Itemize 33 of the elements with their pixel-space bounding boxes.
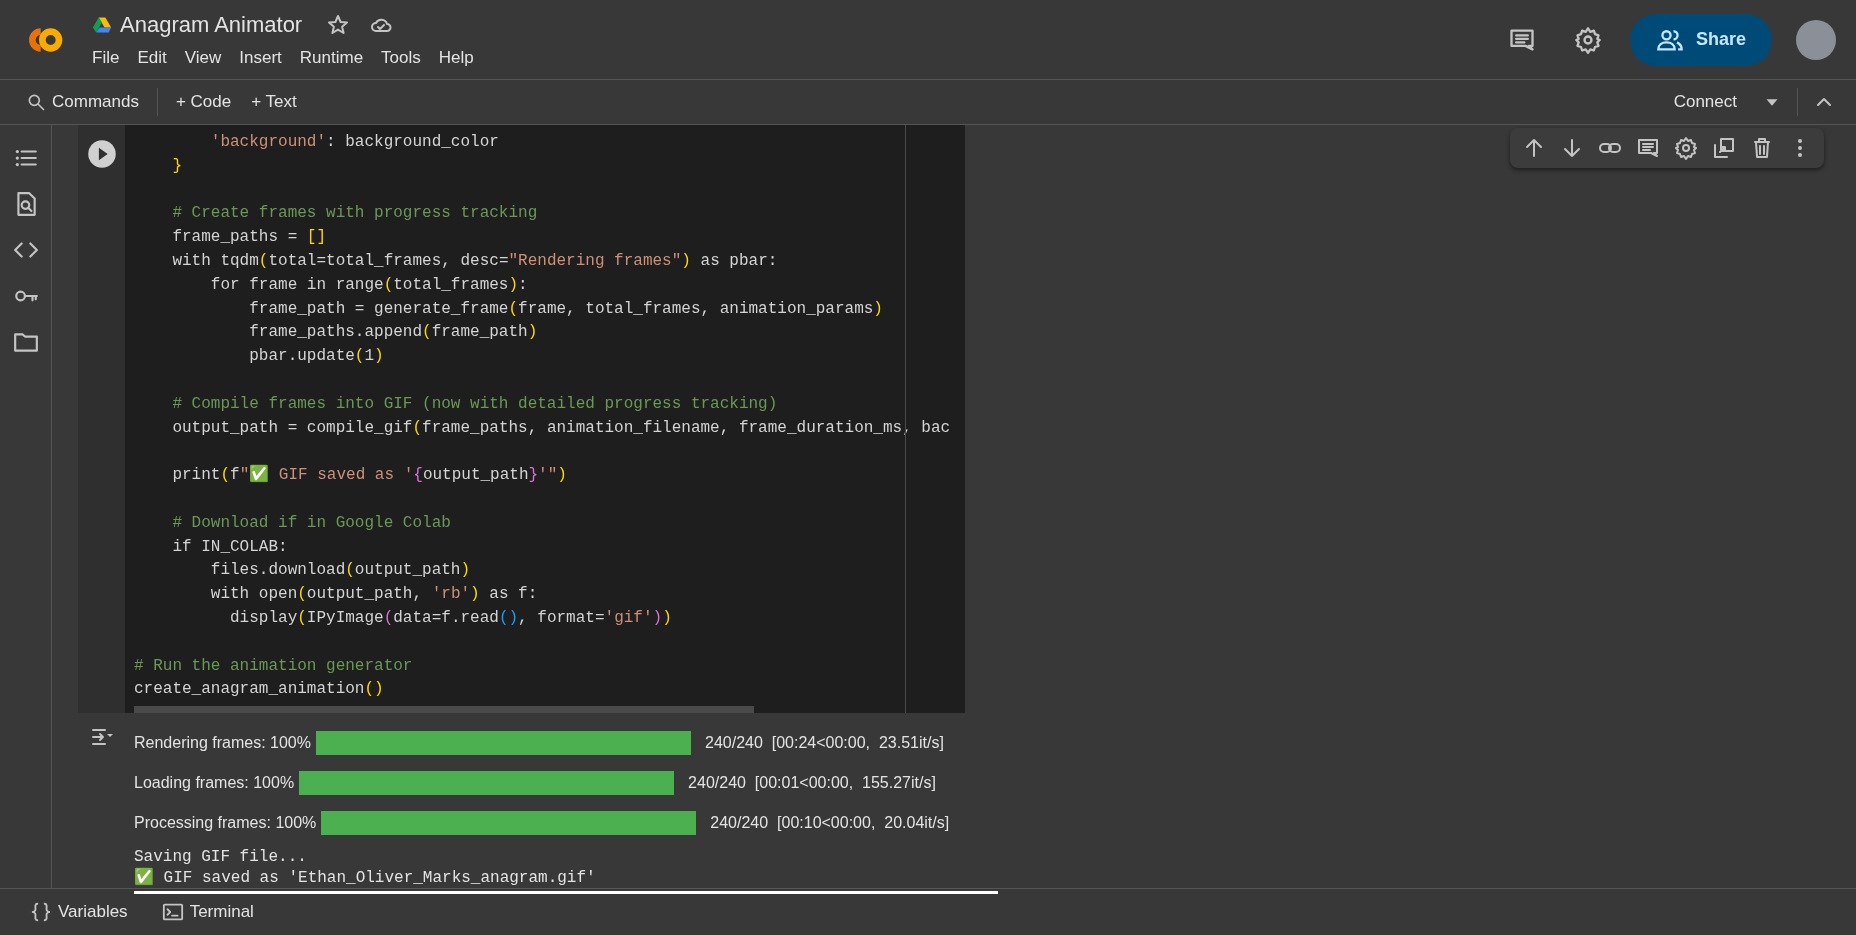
- settings-icon[interactable]: [1573, 25, 1602, 54]
- settings-icon[interactable]: [1674, 136, 1698, 160]
- add-text-button[interactable]: + Text: [241, 85, 307, 119]
- menu-item[interactable]: File: [92, 45, 130, 71]
- menu-item[interactable]: Insert: [239, 45, 292, 71]
- output-line: ✅ GIF saved as 'Ethan_Oliver_Marks_anagram.gif': [134, 868, 597, 889]
- progress-label: Rendering frames: 100%: [134, 733, 311, 753]
- mirror-cell-icon[interactable]: [1712, 136, 1736, 160]
- terminal-icon: [161, 901, 184, 923]
- output-line: Saving GIF file...: [134, 847, 308, 867]
- variables-button[interactable]: Variables: [20, 895, 138, 929]
- menu-item[interactable]: View: [184, 45, 232, 71]
- progress-label: Loading frames: 100%: [134, 773, 295, 793]
- menu-item[interactable]: Tools: [381, 45, 431, 71]
- connect-button[interactable]: Connect: [1663, 85, 1747, 119]
- avatar[interactable]: [1796, 19, 1836, 60]
- menu-item[interactable]: Help: [438, 45, 484, 71]
- comment-icon[interactable]: [1636, 136, 1660, 160]
- add-code-button[interactable]: + Code: [165, 85, 242, 119]
- progress-stats: 240/240 [00:24<00:00, 23.51it/s]: [705, 733, 944, 753]
- progress-stats: 240/240 [00:01<00:00, 155.27it/s]: [688, 773, 936, 793]
- terminal-button[interactable]: Terminal: [151, 895, 264, 929]
- share-button[interactable]: Share: [1629, 13, 1772, 66]
- menu-item[interactable]: Edit: [137, 45, 177, 71]
- progress-stats: 240/240 [00:10<00:00, 20.04it/s]: [710, 813, 950, 833]
- braces-icon: [30, 901, 52, 923]
- run-button[interactable]: [86, 139, 117, 169]
- search-icon: [26, 92, 46, 112]
- progress-label: Processing frames: 100%: [134, 813, 317, 833]
- notebook-title[interactable]: Anagram Animator: [120, 8, 303, 42]
- star-icon[interactable]: [326, 12, 351, 37]
- menu-item[interactable]: Runtime: [299, 45, 374, 71]
- commands-button[interactable]: Commands: [16, 85, 149, 119]
